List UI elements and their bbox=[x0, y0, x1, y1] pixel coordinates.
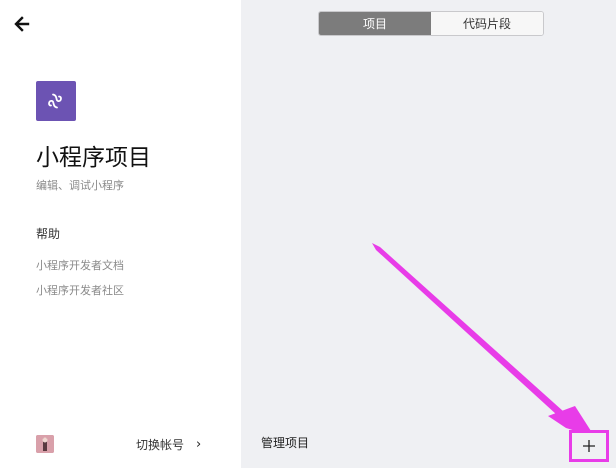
switch-account-button[interactable]: 切换帐号 › bbox=[136, 435, 201, 453]
help-link-dev-docs[interactable]: 小程序开发者文档 bbox=[36, 258, 124, 274]
plus-icon bbox=[583, 440, 595, 452]
help-heading: 帮助 bbox=[36, 227, 61, 241]
projects-panel bbox=[241, 0, 616, 468]
switch-account-label: 切换帐号 bbox=[136, 437, 185, 452]
sidebar-panel: 小程序项目 编辑、调试小程序 帮助 小程序开发者文档 小程序开发者社区 切换帐号… bbox=[0, 0, 241, 468]
user-avatar[interactable] bbox=[36, 435, 54, 453]
help-link-dev-community[interactable]: 小程序开发者社区 bbox=[36, 283, 124, 299]
app-subtitle: 编辑、调试小程序 bbox=[36, 179, 124, 192]
tab-projects[interactable]: 项目 bbox=[319, 12, 431, 35]
app-title: 小程序项目 bbox=[36, 145, 151, 171]
tab-group: 项目 代码片段 bbox=[318, 11, 544, 36]
tab-code-snippets[interactable]: 代码片段 bbox=[431, 12, 543, 35]
add-project-button[interactable] bbox=[569, 430, 609, 462]
back-arrow-icon[interactable] bbox=[12, 14, 34, 34]
manage-projects-label[interactable]: 管理项目 bbox=[261, 434, 309, 452]
chevron-right-icon: › bbox=[196, 436, 202, 452]
mini-program-logo-icon bbox=[36, 81, 76, 121]
